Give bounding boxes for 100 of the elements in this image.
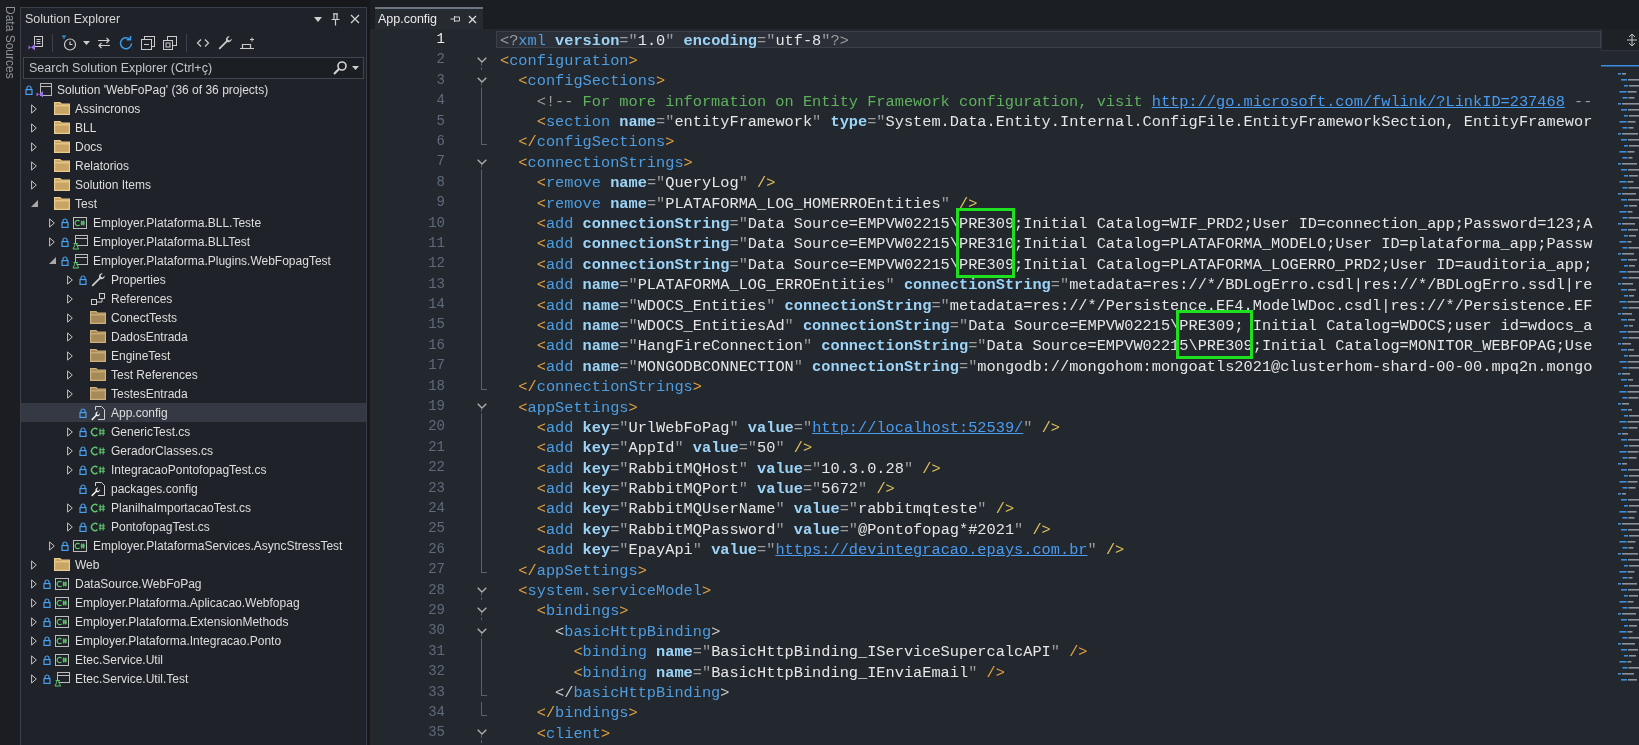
tree-item[interactable]: Docs [21,137,366,156]
fold-chevron-icon[interactable] [476,403,487,410]
tree-item[interactable]: Employer.Plataforma.Integracao.Ponto [21,631,366,650]
collapsed-arrow-icon[interactable] [67,293,73,304]
fold-chevron-icon[interactable] [476,607,487,614]
collapsed-arrow-icon[interactable] [31,179,37,190]
search-field[interactable]: Search Solution Explorer (Ctrl+ç) [23,57,364,79]
fold-chevron-icon[interactable] [476,627,487,634]
fold-chevron-icon[interactable] [476,729,487,736]
split-editor-button[interactable] [1601,29,1639,51]
tree-item[interactable]: Employer.Plataforma.Plugins.WebFopagTest [21,251,366,270]
collapsed-arrow-icon[interactable] [31,578,37,589]
fold-chevron-icon[interactable] [476,56,487,63]
wrench-icon[interactable] [217,35,233,51]
tree-item[interactable]: TestesEntrada [21,384,366,403]
collapsed-arrow-icon[interactable] [67,445,73,456]
url-link[interactable]: http://localhost:52539/ [812,418,1024,437]
tree-item[interactable]: IntegracaoPontofopagTest.cs [21,460,366,479]
tree-item[interactable]: PontofopagTest.cs [21,517,366,536]
tree-item[interactable]: DadosEntrada [21,327,366,346]
code-line: </connectionStrings> [518,379,702,397]
tree-item[interactable]: Web [21,555,366,574]
collapsed-arrow-icon[interactable] [67,331,73,342]
tree-item[interactable]: PlanilhaImportacaoTest.cs [21,498,366,517]
tree-item[interactable]: Assincronos [21,99,366,118]
tree-item[interactable]: Employer.Plataforma.Aplicacao.Webfopag [21,593,366,612]
url-link[interactable]: http://go.microsoft.com/fwlink/?LinkID=237468 [1151,92,1565,111]
tree-item[interactable]: App.config [21,403,366,422]
editor-tab[interactable]: App.config [375,7,484,29]
code-line: </appSettings> [518,562,647,581]
tree-item[interactable]: Employer.Plataforma.ExtensionMethods [21,612,366,631]
collapsed-arrow-icon[interactable] [49,217,55,228]
tree-item[interactable]: Solution 'WebFoPag' (36 of 36 projects) [21,80,366,99]
expanded-arrow-icon[interactable] [48,257,56,264]
folder-icon [90,311,106,324]
document-list-icon[interactable] [28,35,44,51]
tree-item[interactable]: Employer.Plataforma.BLL.Teste [21,213,366,232]
expanded-arrow-icon[interactable] [30,200,38,207]
tree-item[interactable]: Test References [21,365,366,384]
tree-item[interactable]: Employer.PlataformaServices.AsyncStressTest [21,536,366,555]
collapsed-arrow-icon[interactable] [67,312,73,323]
collapsed-arrow-icon[interactable] [67,350,73,361]
tray-sparkle-icon[interactable] [239,35,255,51]
tree-item[interactable]: Relatorios [21,156,366,175]
pin-icon[interactable] [450,15,461,23]
tree-item[interactable]: ConectTests [21,308,366,327]
collapsed-arrow-icon[interactable] [31,654,37,665]
fold-chevron-icon[interactable] [476,586,487,593]
search-icon[interactable] [333,61,347,75]
refresh-icon[interactable] [118,35,134,51]
tree-item[interactable]: EngineTest [21,346,366,365]
collapsed-arrow-icon[interactable] [31,559,37,570]
tree-item[interactable]: Test [21,194,366,213]
collapsed-arrow-icon[interactable] [67,464,73,475]
clock-icon[interactable] [61,35,77,51]
fold-chevron-icon[interactable] [476,158,487,165]
tree-item[interactable]: Etec.Service.Util.Test [21,669,366,688]
tree-item[interactable]: BLL [21,118,366,137]
collapsed-arrow-icon[interactable] [31,635,37,646]
tree-item[interactable]: References [21,289,366,308]
dropdown-caret-icon[interactable] [83,41,90,45]
code-line: <add name="PLATAFORMA_LOG_ERROEntities" connectionString="metadata=res://*/BDLogErro.csdl|res://*/BDLogErro.ssdl|re [536,277,1593,295]
line-number: 6 [436,132,445,149]
close-icon[interactable] [350,14,360,24]
collapsed-arrow-icon[interactable] [67,521,73,532]
pin-icon[interactable] [331,12,340,26]
collapsed-arrow-icon[interactable] [31,122,37,133]
dropdown-caret-icon[interactable] [352,66,359,70]
tree-item[interactable]: Employer.Plataforma.BLLTest [21,232,366,251]
dropdown-caret-icon[interactable] [314,16,322,22]
collapsed-arrow-icon[interactable] [31,616,37,627]
tree-item[interactable]: Etec.Service.Util [21,650,366,669]
collapse-all-icon[interactable] [140,35,156,51]
tree-item[interactable]: Properties [21,270,366,289]
tree-item[interactable]: GenericTest.cs [21,422,366,441]
collapsed-arrow-icon[interactable] [31,597,37,608]
tree-item[interactable]: DataSource.WebFoPag [21,574,366,593]
tree-item[interactable]: GeradorClasses.cs [21,441,366,460]
line-number: 23 [428,479,445,496]
collapsed-arrow-icon[interactable] [67,502,73,513]
tree-item[interactable]: packages.config [21,479,366,498]
collapsed-arrow-icon[interactable] [31,673,37,684]
close-icon[interactable] [468,14,478,24]
collapsed-arrow-icon[interactable] [67,369,73,380]
collapsed-arrow-icon[interactable] [31,103,37,114]
sync-arrows-icon[interactable] [96,35,112,51]
collapsed-arrow-icon[interactable] [31,141,37,152]
collapsed-arrow-icon[interactable] [49,236,55,247]
collapsed-arrow-icon[interactable] [67,426,73,437]
collapsed-arrow-icon[interactable] [67,388,73,399]
collapsed-arrow-icon[interactable] [49,540,55,551]
stacked-squares-icon[interactable] [162,35,178,51]
collapsed-arrow-icon[interactable] [31,160,37,171]
tree-item[interactable]: Solution Items [21,175,366,194]
code-line: <!-- For more information on Entity Framework configuration, visit http://go.microsoft.com/fwlink/?LinkID=237468 -- [536,93,1593,112]
collapsed-arrow-icon[interactable] [67,274,73,285]
side-tab[interactable]: Data Sources [3,6,17,79]
fold-chevron-icon[interactable] [476,77,487,83]
url-link[interactable]: https://devintegracao.epays.com.br [775,541,1088,560]
window-flask-icon [72,252,88,269]
